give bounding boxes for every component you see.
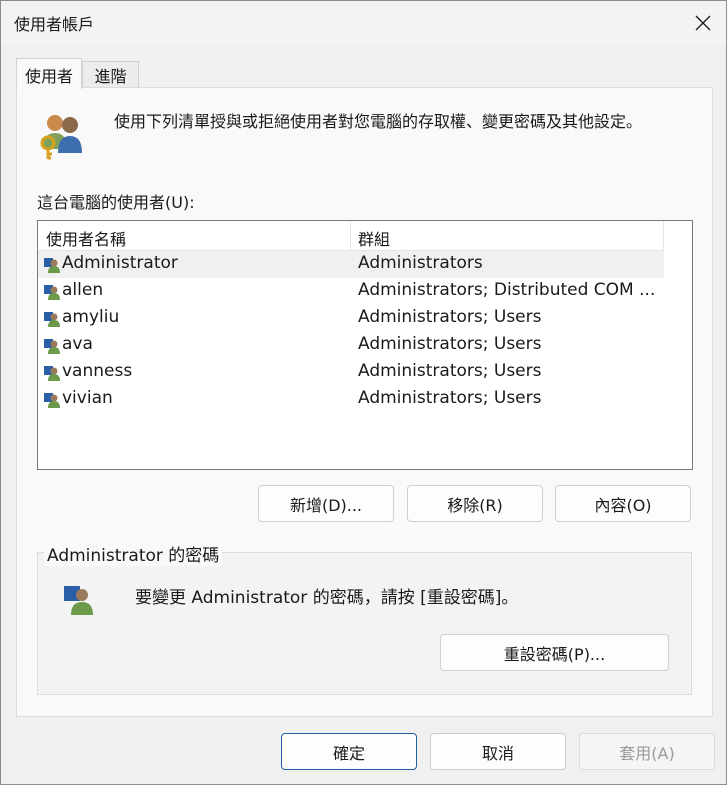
user-icon <box>64 586 93 615</box>
table-row[interactable]: allen Administrators; Distributed COM ..… <box>38 278 664 305</box>
user-name: Administrator <box>62 253 178 273</box>
users-list-label: 這台電腦的使用者(U): <box>37 193 195 212</box>
user-groups: Administrators; Users <box>358 361 542 381</box>
close-button[interactable] <box>680 1 726 45</box>
user-name: vanness <box>62 361 133 381</box>
password-group-box <box>37 552 692 695</box>
apply-button[interactable]: 套用(A) <box>579 733 715 770</box>
user-groups: Administrators <box>358 253 483 273</box>
reset-password-button[interactable]: 重設密碼(P)... <box>440 634 669 671</box>
user-icon <box>44 393 60 408</box>
table-row[interactable]: amyliu Administrators; Users <box>38 305 664 332</box>
cancel-button[interactable]: 取消 <box>430 733 566 770</box>
users-tab-panel: 使用下列清單授與或拒絕使用者對您電腦的存取權、變更密碼及其他設定。 這台電腦的使… <box>16 87 713 717</box>
users-listview[interactable]: 使用者名稱 群組 Administrator Administrators al… <box>37 220 693 470</box>
user-name: ava <box>62 334 93 354</box>
tab-users[interactable]: 使用者 <box>16 58 82 89</box>
user-icon <box>44 285 60 300</box>
properties-button[interactable]: 內容(O) <box>555 485 691 522</box>
users-keys-icon <box>40 115 82 160</box>
ok-button[interactable]: 確定 <box>281 733 417 770</box>
user-name: vivian <box>62 388 113 408</box>
column-header-username[interactable]: 使用者名稱 <box>46 226 126 250</box>
column-divider[interactable] <box>663 221 664 251</box>
user-name: amyliu <box>62 307 120 327</box>
intro-text: 使用下列清單授與或拒絕使用者對您電腦的存取權、變更密碼及其他設定。 <box>114 112 643 131</box>
user-accounts-dialog: 使用者帳戶 使用者 進階 使用下列清單授與或拒絕使用者對您電腦的存取權、變更密碼… <box>0 0 727 785</box>
user-groups: Administrators; Users <box>358 334 542 354</box>
column-divider[interactable] <box>350 221 351 251</box>
user-groups: Administrators; Users <box>358 307 542 327</box>
add-user-button[interactable]: 新增(D)... <box>258 485 394 522</box>
user-groups: Administrators; Users <box>358 388 542 408</box>
user-icon <box>44 312 60 327</box>
table-row[interactable]: vanness Administrators; Users <box>38 359 664 386</box>
list-header: 使用者名稱 群組 <box>38 221 664 251</box>
password-hint-text: 要變更 Administrator 的密碼，請按 [重設密碼]。 <box>135 588 519 608</box>
remove-user-button[interactable]: 移除(R) <box>407 485 543 522</box>
user-icon <box>44 339 60 354</box>
user-icon <box>44 366 60 381</box>
user-name: allen <box>62 280 104 300</box>
close-icon <box>695 15 711 31</box>
title-bar: 使用者帳戶 <box>1 1 726 45</box>
window-title: 使用者帳戶 <box>14 15 95 34</box>
password-group-title: Administrator 的密碼 <box>44 541 223 566</box>
table-row[interactable]: Administrator Administrators <box>38 251 664 278</box>
table-row[interactable]: vivian Administrators; Users <box>38 386 664 413</box>
column-header-group[interactable]: 群組 <box>358 226 390 250</box>
tab-advanced[interactable]: 進階 <box>82 61 139 88</box>
user-icon <box>44 258 60 273</box>
table-row[interactable]: ava Administrators; Users <box>38 332 664 359</box>
user-groups: Administrators; Distributed COM ... <box>358 280 656 300</box>
